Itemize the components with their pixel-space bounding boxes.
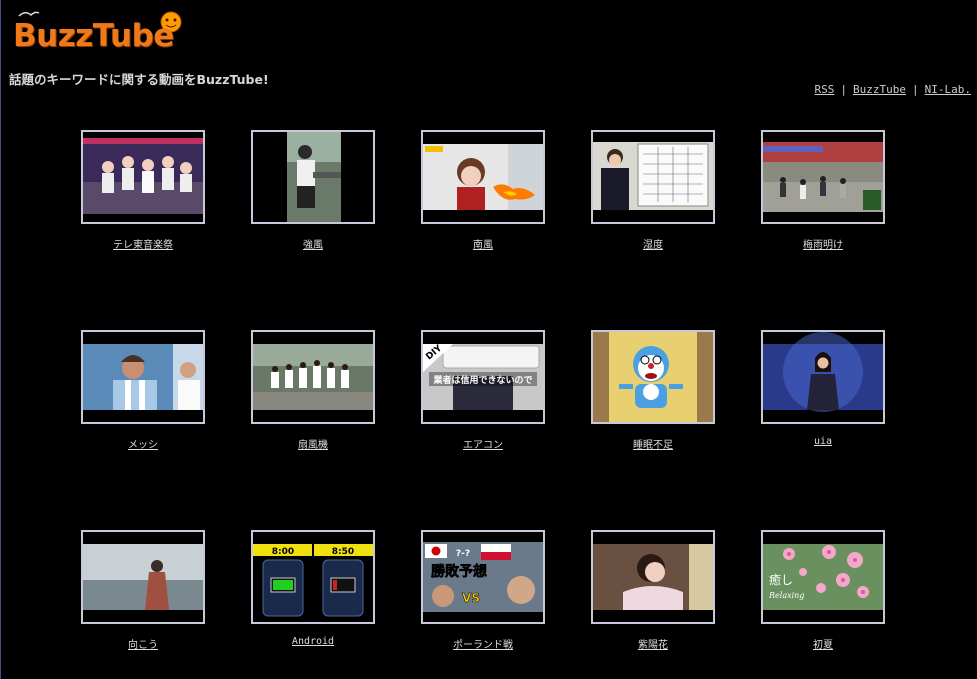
top-links: RSS | BuzzTube | NI-Lab. <box>815 83 971 96</box>
video-item[interactable]: 8:00 8:50 Android <box>251 530 375 648</box>
video-item[interactable]: ?-? 勝敗予想 VS ポーランド戦 <box>421 530 545 652</box>
rss-link[interactable]: RSS <box>815 83 835 96</box>
time-right: 8:50 <box>332 547 354 557</box>
video-item[interactable]: テレ東音楽祭 <box>81 130 205 252</box>
video-item[interactable]: 強風 <box>251 130 375 252</box>
video-thumbnail[interactable] <box>81 530 205 624</box>
video-thumbnail[interactable] <box>591 130 715 224</box>
buzztube-link[interactable]: BuzzTube <box>853 83 906 96</box>
video-link[interactable]: 睡眠不足 <box>633 436 673 451</box>
prediction-title: 勝敗予想 <box>431 563 487 580</box>
video-link[interactable]: テレ東音楽祭 <box>113 236 173 251</box>
video-link[interactable]: uia <box>814 436 832 447</box>
video-thumbnail[interactable] <box>591 530 715 624</box>
video-link[interactable]: 扇風機 <box>298 436 328 451</box>
video-link[interactable]: メッシ <box>128 436 158 451</box>
video-link[interactable]: 湿度 <box>643 236 663 251</box>
link-separator: | <box>840 83 848 96</box>
relaxing-subtitle: Relaxing <box>768 591 804 600</box>
video-thumbnail[interactable]: DIY 業者は信用できないので <box>421 330 545 424</box>
score-question: ?-? <box>456 549 470 559</box>
video-item[interactable]: 南風 <box>421 130 545 252</box>
video-thumbnail[interactable]: 癒し Relaxing <box>761 530 885 624</box>
tagline: 話題のキーワードに関する動画をBuzzTube! <box>9 72 269 87</box>
video-item[interactable]: 向こう <box>81 530 205 652</box>
video-link[interactable]: 紫陽花 <box>638 636 668 651</box>
video-thumbnail[interactable]: ?-? 勝敗予想 VS <box>421 530 545 624</box>
video-thumbnail[interactable]: 8:00 8:50 <box>251 530 375 624</box>
video-thumbnail[interactable] <box>81 130 205 224</box>
video-link[interactable]: 南風 <box>473 236 493 251</box>
video-item[interactable]: 紫陽花 <box>591 530 715 652</box>
video-link[interactable]: 梅雨明け <box>803 236 843 251</box>
video-thumbnail[interactable] <box>761 130 885 224</box>
video-thumbnail[interactable] <box>81 330 205 424</box>
video-link[interactable]: 強風 <box>303 236 323 251</box>
video-link[interactable]: エアコン <box>463 436 503 451</box>
video-link[interactable]: Android <box>292 636 334 647</box>
video-thumbnail[interactable] <box>251 330 375 424</box>
video-item[interactable]: 癒し Relaxing 初夏 <box>761 530 885 652</box>
time-left: 8:00 <box>272 547 294 557</box>
video-item[interactable]: 梅雨明け <box>761 130 885 252</box>
video-thumbnail[interactable] <box>761 330 885 424</box>
link-separator: | <box>912 83 919 96</box>
video-link[interactable]: 初夏 <box>813 636 833 651</box>
video-item[interactable]: 扇風機 <box>251 330 375 452</box>
video-item[interactable]: メッシ <box>81 330 205 452</box>
aircon-caption: 業者は信用できないので <box>432 374 532 386</box>
healing-title: 癒し <box>769 572 793 587</box>
video-link[interactable]: 向こう <box>128 636 158 651</box>
video-link[interactable]: ポーランド戦 <box>453 636 513 651</box>
video-item[interactable]: uia <box>761 330 885 448</box>
site-logo[interactable]: BuzzTube <box>11 8 191 58</box>
site-title: BuzzTube <box>13 18 174 54</box>
video-item[interactable]: DIY 業者は信用できないので エアコン <box>421 330 545 452</box>
video-thumbnail[interactable] <box>421 130 545 224</box>
video-item[interactable]: 湿度 <box>591 130 715 252</box>
video-item[interactable]: 睡眠不足 <box>591 330 715 452</box>
nilab-link[interactable]: NI-Lab. <box>925 83 971 96</box>
vs-text: VS <box>462 591 480 605</box>
video-thumbnail[interactable] <box>591 330 715 424</box>
video-thumbnail[interactable] <box>251 130 375 224</box>
